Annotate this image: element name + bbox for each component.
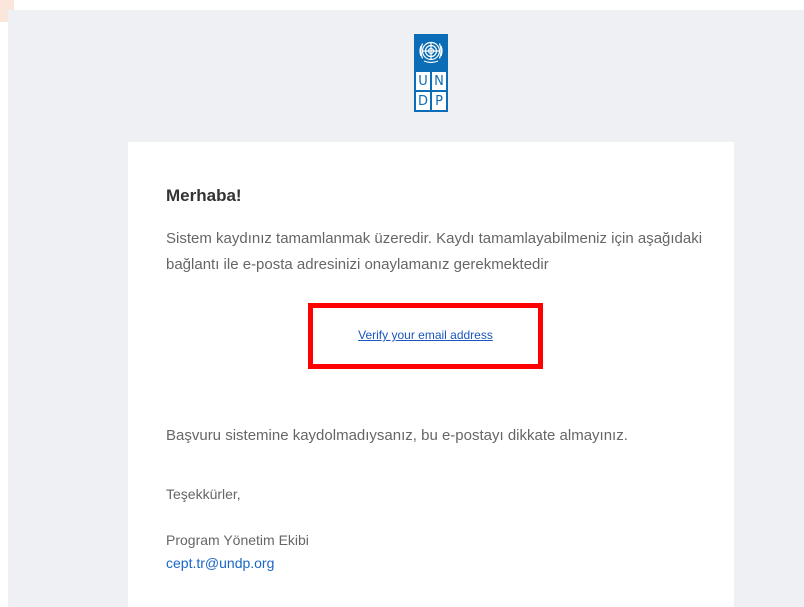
email-card: Merhaba! Sistem kaydınız tamamlanmak üze… xyxy=(128,142,734,607)
logo-letter: D xyxy=(416,92,430,110)
logo-letter: U xyxy=(416,72,430,90)
logo-letter: N xyxy=(432,72,446,90)
contact-email-link[interactable]: cept.tr@undp.org xyxy=(166,555,274,571)
intro-text: Sistem kaydınız tamamlanmak üzeredir. Ka… xyxy=(166,230,703,273)
thanks-text: Teşekkürler, xyxy=(166,486,241,502)
undp-logo: U N D P xyxy=(414,34,448,112)
greeting-heading: Merhaba! xyxy=(166,186,242,205)
un-emblem-icon xyxy=(419,41,443,64)
email-page: U N D P Merhaba! Sistem kaydınız tamamla… xyxy=(0,0,804,607)
team-name: Program Yönetim Ekibi xyxy=(166,532,309,548)
disclaimer-text: Başvuru sistemine kaydolmadıysanız, bu e… xyxy=(166,427,628,444)
verify-link-highlight: Verify your email address xyxy=(308,303,543,369)
logo-letter-grid: U N D P xyxy=(416,72,446,110)
verify-email-link[interactable]: Verify your email address xyxy=(313,328,538,342)
logo-letter: P xyxy=(432,92,446,110)
